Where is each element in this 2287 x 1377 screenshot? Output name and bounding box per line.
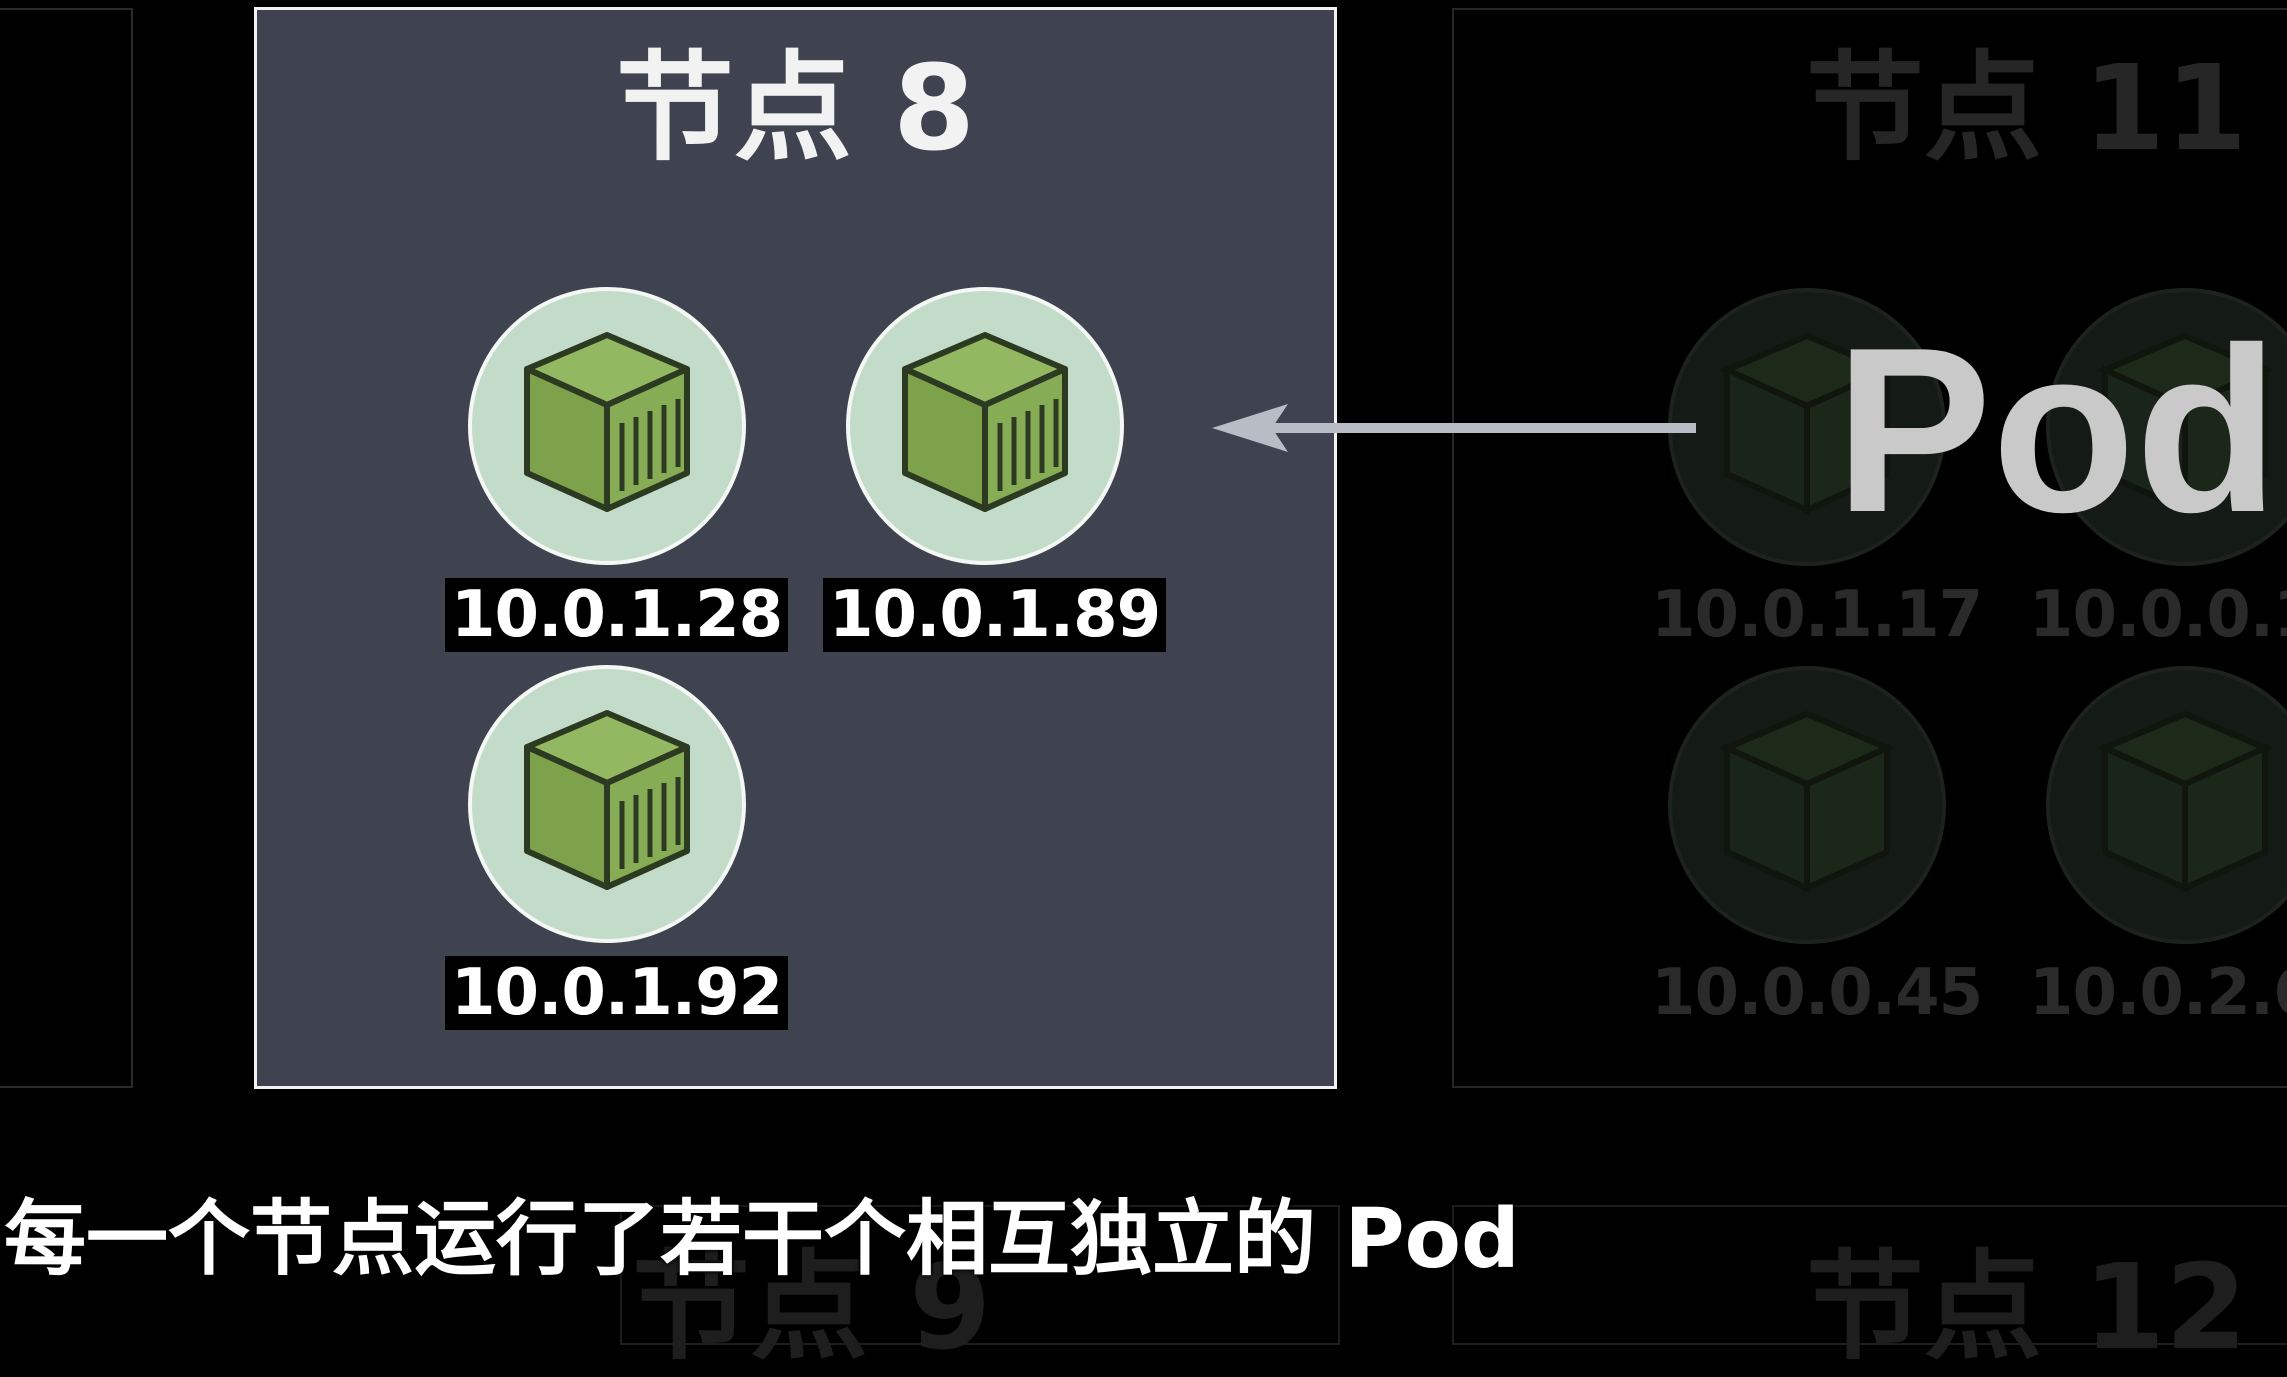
pod-ip-label: 10.0.1.92 xyxy=(445,956,789,1030)
pod-label: Pod xyxy=(1835,298,2279,561)
pod-dimmed xyxy=(1668,666,1946,944)
pod-ip-label: 10.0.0.45 xyxy=(1651,956,1983,1030)
container-cube-icon xyxy=(524,332,690,512)
node-8-box: 节点 8 xyxy=(254,7,1337,1089)
node-12-partial: 节点 12 xyxy=(1452,1205,2287,1376)
container-cube-icon xyxy=(1719,710,1895,893)
pod-ip-label: 10.0.2.6 xyxy=(2029,956,2287,1030)
container-cube-icon xyxy=(524,710,690,890)
container-cube-icon xyxy=(2097,710,2273,893)
pod-ip-label: 10.0.1.89 xyxy=(823,578,1167,652)
pod-ip-label: 10.0.1.17 xyxy=(1651,578,1983,652)
container-cube-icon xyxy=(902,332,1068,512)
subtitle-caption: 每一个节点运行了若干个相互独立的 Pod xyxy=(4,1192,1520,1287)
pod-10-0-1-92 xyxy=(468,665,746,943)
pod-ip-label: 10.0.1.28 xyxy=(445,578,789,652)
node-left-partial xyxy=(0,8,133,1088)
node-8-title: 节点 8 xyxy=(615,39,976,177)
node-12-title: 节点 12 xyxy=(1806,1238,2248,1376)
node-11-title: 节点 11 xyxy=(1806,39,2248,177)
pod-ip-label: 10.0.0.1 xyxy=(2029,578,2287,652)
pod-10-0-1-28 xyxy=(468,287,746,565)
arrow-left-icon xyxy=(1212,404,1696,452)
pod-10-0-1-89 xyxy=(846,287,1124,565)
